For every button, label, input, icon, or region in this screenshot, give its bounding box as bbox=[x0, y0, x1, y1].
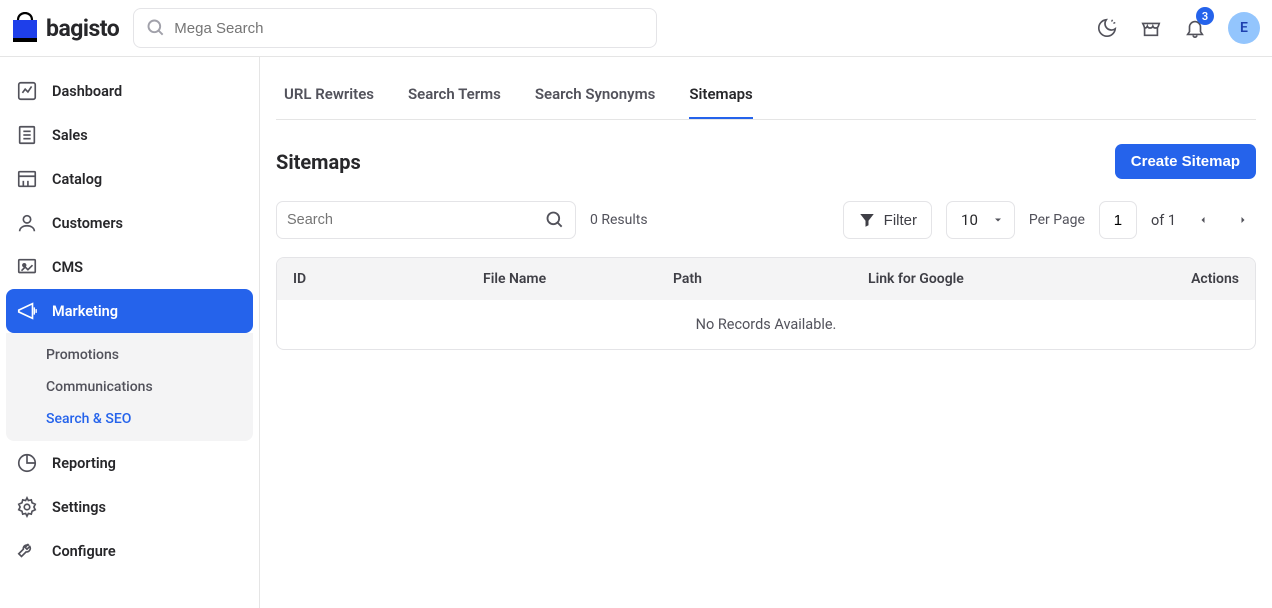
reporting-icon bbox=[16, 452, 38, 474]
chevron-right-icon bbox=[1237, 214, 1249, 226]
logo[interactable]: bagisto bbox=[10, 12, 119, 44]
cms-icon bbox=[16, 256, 38, 278]
subnav-search-seo[interactable]: Search & SEO bbox=[6, 403, 253, 435]
sidebar-item-reporting[interactable]: Reporting bbox=[6, 441, 253, 485]
sidebar-item-dashboard[interactable]: Dashboard bbox=[6, 69, 253, 113]
header-actions: 3 E bbox=[1096, 12, 1260, 44]
sidebar-item-marketing[interactable]: Marketing bbox=[6, 289, 253, 333]
col-header-actions: Actions bbox=[1149, 271, 1239, 287]
sidebar-item-settings[interactable]: Settings bbox=[6, 485, 253, 529]
sidebar-item-label: Dashboard bbox=[52, 83, 122, 100]
data-table: ID File Name Path Link for Google Action… bbox=[276, 257, 1256, 350]
notification-badge: 3 bbox=[1196, 7, 1214, 25]
search-icon bbox=[146, 18, 166, 38]
chevron-down-icon bbox=[992, 214, 1004, 226]
page-header: Sitemaps Create Sitemap bbox=[276, 144, 1256, 179]
chevron-left-icon bbox=[1197, 214, 1209, 226]
search-icon bbox=[545, 210, 565, 230]
sidebar-item-label: Configure bbox=[52, 543, 116, 560]
logo-text: bagisto bbox=[46, 15, 119, 42]
sidebar-item-cms[interactable]: CMS bbox=[6, 245, 253, 289]
tab-search-terms[interactable]: Search Terms bbox=[408, 75, 501, 119]
tab-sitemaps[interactable]: Sitemaps bbox=[689, 75, 752, 119]
logo-bag-icon bbox=[10, 12, 40, 44]
sidebar-item-sales[interactable]: Sales bbox=[6, 113, 253, 157]
catalog-icon bbox=[16, 168, 38, 190]
sidebar-item-label: Reporting bbox=[52, 455, 116, 472]
table-search[interactable] bbox=[276, 201, 576, 239]
page-title: Sitemaps bbox=[276, 150, 361, 174]
results-count: 0 Results bbox=[590, 212, 648, 228]
sidebar-item-label: Marketing bbox=[52, 303, 118, 320]
marketing-icon bbox=[16, 300, 38, 322]
per-page-value: 10 bbox=[961, 211, 978, 229]
sidebar-item-configure[interactable]: Configure bbox=[6, 529, 253, 573]
sidebar-item-label: Catalog bbox=[52, 171, 102, 188]
sales-icon bbox=[16, 124, 38, 146]
marketing-subnav: Promotions Communications Search & SEO bbox=[6, 333, 253, 441]
page-total: of 1 bbox=[1151, 212, 1176, 229]
main-content: URL Rewrites Search Terms Search Synonym… bbox=[260, 57, 1272, 608]
filter-label: Filter bbox=[884, 212, 917, 229]
tab-search-synonyms[interactable]: Search Synonyms bbox=[535, 75, 656, 119]
sidebar-item-label: Settings bbox=[52, 499, 106, 516]
prev-page-button[interactable] bbox=[1190, 207, 1216, 233]
subnav-promotions[interactable]: Promotions bbox=[6, 339, 253, 371]
sidebar-item-label: CMS bbox=[52, 259, 83, 276]
filter-icon bbox=[858, 211, 876, 229]
settings-icon bbox=[16, 496, 38, 518]
table-toolbar: 0 Results Filter 10 Per Page of 1 bbox=[276, 201, 1256, 239]
sidebar-item-customers[interactable]: Customers bbox=[6, 201, 253, 245]
subnav-communications[interactable]: Communications bbox=[6, 371, 253, 403]
col-header-path[interactable]: Path bbox=[673, 271, 868, 287]
tab-url-rewrites[interactable]: URL Rewrites bbox=[284, 75, 374, 119]
table-header-row: ID File Name Path Link for Google Action… bbox=[277, 258, 1255, 300]
col-header-link[interactable]: Link for Google bbox=[868, 271, 1149, 287]
table-search-input[interactable] bbox=[287, 212, 537, 228]
sidebar-item-catalog[interactable]: Catalog bbox=[6, 157, 253, 201]
col-header-file[interactable]: File Name bbox=[483, 271, 673, 287]
notifications-button[interactable]: 3 bbox=[1184, 17, 1206, 39]
moon-icon bbox=[1096, 17, 1118, 39]
empty-state: No Records Available. bbox=[277, 300, 1255, 349]
user-avatar[interactable]: E bbox=[1228, 12, 1260, 44]
per-page-label: Per Page bbox=[1029, 212, 1085, 228]
sidebar-item-label: Sales bbox=[52, 127, 88, 144]
dashboard-icon bbox=[16, 80, 38, 102]
per-page-select[interactable]: 10 bbox=[946, 201, 1015, 239]
store-icon bbox=[1140, 17, 1162, 39]
filter-button[interactable]: Filter bbox=[843, 201, 932, 239]
mega-search[interactable] bbox=[133, 8, 657, 48]
create-sitemap-button[interactable]: Create Sitemap bbox=[1115, 144, 1256, 179]
store-button[interactable] bbox=[1140, 17, 1162, 39]
sidebar: Dashboard Sales Catalog Customers CMS Ma… bbox=[0, 57, 260, 608]
page-number-input[interactable] bbox=[1099, 201, 1137, 239]
top-header: bagisto 3 E bbox=[0, 0, 1272, 57]
configure-icon bbox=[16, 540, 38, 562]
theme-toggle[interactable] bbox=[1096, 17, 1118, 39]
tab-bar: URL Rewrites Search Terms Search Synonym… bbox=[276, 75, 1256, 120]
sidebar-item-label: Customers bbox=[52, 215, 123, 232]
customers-icon bbox=[16, 212, 38, 234]
mega-search-input[interactable] bbox=[174, 20, 644, 37]
next-page-button[interactable] bbox=[1230, 207, 1256, 233]
col-header-id[interactable]: ID bbox=[293, 271, 483, 287]
